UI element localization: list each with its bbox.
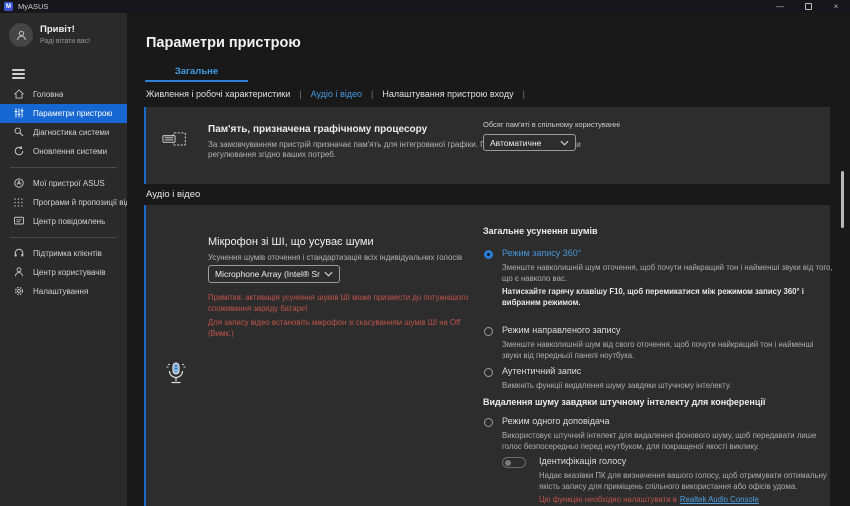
radio-directional-recording[interactable] <box>484 327 493 336</box>
microphone-icon <box>164 361 188 392</box>
app-logo-icon: M <box>4 2 13 11</box>
radio-authentic-label[interactable]: Аутентичний запис <box>502 366 581 376</box>
memory-amount-select[interactable]: Автоматичне <box>483 134 576 151</box>
radio-360-desc: Зменште навколишній шум оточення, щоб по… <box>502 263 834 284</box>
realtek-audio-console-link[interactable]: Realtek Audio Console <box>680 495 759 504</box>
maximize-button[interactable] <box>794 0 822 13</box>
voice-id-note-text: Цю функцію необхідно налаштувати в <box>539 495 677 504</box>
window-controls: — × <box>766 0 850 13</box>
audio-video-card: Мікрофон зі ШІ, що усуває шуми Усунення … <box>144 205 830 506</box>
message-icon <box>12 215 25 228</box>
subnav-separator: | <box>299 89 301 99</box>
sidebar-item-label: Головна <box>33 90 63 99</box>
mic-battery-note: Примітка: активація усунення шумів ШІ мо… <box>208 293 476 314</box>
mic-ai-subtitle: Усунення шумів оточення і стандартизація… <box>208 253 488 262</box>
update-icon <box>12 145 25 158</box>
gpu-memory-icon <box>162 129 190 153</box>
general-noise-heading: Загальне усунення шумів <box>483 226 598 236</box>
headset-icon <box>12 247 25 260</box>
user-icon <box>15 29 28 42</box>
page-title: Параметри пристрою <box>146 35 301 51</box>
avatar[interactable] <box>9 23 33 47</box>
chevron-down-icon <box>560 140 569 146</box>
radio-360-recording[interactable] <box>484 250 493 259</box>
sidebar-item-label: Діагностика системи <box>33 128 109 137</box>
minimize-button[interactable]: — <box>766 0 794 13</box>
titlebar: M MyASUS — × <box>0 0 850 13</box>
greeting-title: Привіт! <box>40 24 90 36</box>
tab-general[interactable]: Загальне <box>145 66 248 77</box>
memory-title: Пам'ять, призначена графічному процесору <box>208 124 427 135</box>
mic-ai-title: Мікрофон зі ШІ, що усуває шуми <box>208 236 374 248</box>
sidebar-item-user-center[interactable]: Центр користувачів <box>0 263 127 282</box>
home-icon <box>12 88 25 101</box>
sidebar-divider <box>10 237 117 238</box>
tab-underline <box>145 80 248 82</box>
sidebar-item-my-asus-devices[interactable]: Мої пристрої ASUS <box>0 174 127 193</box>
subnav-audio-video[interactable]: Аудіо і відео <box>311 89 362 99</box>
main-content: Параметри пристрою Загальне Живлення і р… <box>127 13 850 506</box>
subnav: Живлення і робочі характеристики | Аудіо… <box>146 89 534 99</box>
sidebar-item-label: Центр користувачів <box>33 268 105 277</box>
memory-card: Пам'ять, призначена графічному процесору… <box>144 107 830 184</box>
sidebar-item-apps-offers[interactable]: Програми й пропозиції від... <box>0 193 127 212</box>
radio-360-hotkey-note: Натискайте гарячу клавішу F10, щоб перем… <box>502 287 832 308</box>
radio-single-presenter[interactable] <box>484 418 493 427</box>
sidebar-item-home[interactable]: Головна <box>0 85 127 104</box>
microphone-select-value: Microphone Array (Intel® Smart S <box>215 269 320 279</box>
microphone-select[interactable]: Microphone Array (Intel® Smart S <box>208 265 340 283</box>
radio-single-presenter-desc: Використовує штучний інтелект для видале… <box>502 431 834 452</box>
person-icon <box>12 266 25 279</box>
sidebar-item-system-update[interactable]: Оновлення системи <box>0 142 127 161</box>
mic-video-note: Для запису відео встановіть мікрофон зі … <box>208 318 476 339</box>
radio-directional-desc: Зменште навколишній шум від свого оточен… <box>502 340 834 361</box>
sidebar-item-label: Параметри пристрою <box>33 109 112 118</box>
sliders-icon <box>12 107 25 120</box>
sidebar: Привіт! Раді вітати вас! Головна Парамет… <box>0 13 127 506</box>
sidebar-item-customer-support[interactable]: Підтримка клієнтів <box>0 244 127 263</box>
subnav-separator: | <box>523 89 525 99</box>
voice-id-label: Ідентифікація голосу <box>539 456 626 466</box>
voice-id-note: Цю функцію необхідно налаштувати вRealte… <box>539 495 759 504</box>
voice-id-toggle[interactable] <box>502 457 526 468</box>
subnav-separator: | <box>371 89 373 99</box>
sidebar-item-settings[interactable]: Налаштування <box>0 282 127 301</box>
sidebar-item-device-settings[interactable]: Параметри пристрою <box>0 104 127 123</box>
maximize-icon <box>805 3 812 10</box>
section-label-audio-video: Аудіо і відео <box>146 189 200 200</box>
memory-select-label: Обсяг пам'яті в спільному користуванні <box>483 120 620 129</box>
subnav-power-performance[interactable]: Живлення і робочі характеристики <box>146 89 290 99</box>
voice-id-desc: Надає вказівки ПК для визначення вашого … <box>539 471 839 492</box>
sidebar-item-label: Оновлення системи <box>33 147 107 156</box>
radio-authentic-desc: Вимкніть функції видалення шуму завдяки … <box>502 381 834 392</box>
radio-directional-label[interactable]: Режим направленого запису <box>502 325 621 335</box>
greeting-subtitle: Раді вітати вас! <box>40 38 90 47</box>
radio-single-presenter-label[interactable]: Режим одного доповідача <box>502 416 610 426</box>
toggle-knob <box>505 460 511 466</box>
myasus-window: M MyASUS — × Привіт! Раді вітати вас! <box>0 0 850 506</box>
subnav-input-device[interactable]: Налаштування пристрою входу <box>382 89 513 99</box>
devices-icon <box>12 177 25 190</box>
sidebar-item-label: Налаштування <box>33 287 88 296</box>
apps-grid-icon <box>12 196 25 209</box>
sidebar-divider <box>10 167 117 168</box>
diagnostics-icon <box>12 126 25 139</box>
radio-360-label[interactable]: Режим запису 360° <box>502 248 581 258</box>
sidebar-item-system-diagnosis[interactable]: Діагностика системи <box>0 123 127 142</box>
vertical-scrollbar[interactable] <box>841 171 844 228</box>
sidebar-item-label: Програми й пропозиції від... <box>33 198 127 207</box>
gear-icon <box>12 285 25 298</box>
radio-authentic-recording[interactable] <box>484 368 493 377</box>
sidebar-item-label: Підтримка клієнтів <box>33 249 102 258</box>
hamburger-menu-icon[interactable] <box>12 69 25 79</box>
conference-heading: Видалення шуму завдяки штучному інтелект… <box>483 397 765 407</box>
memory-select-value: Автоматичне <box>490 138 541 148</box>
sidebar-item-message-center[interactable]: Центр повідомлень <box>0 212 127 231</box>
greeting: Привіт! Раді вітати вас! <box>0 13 127 47</box>
app-title: MyASUS <box>18 2 48 11</box>
chevron-down-icon <box>324 271 333 277</box>
close-button[interactable]: × <box>822 0 850 13</box>
sidebar-item-label: Мої пристрої ASUS <box>33 179 105 188</box>
sidebar-item-label: Центр повідомлень <box>33 217 105 226</box>
